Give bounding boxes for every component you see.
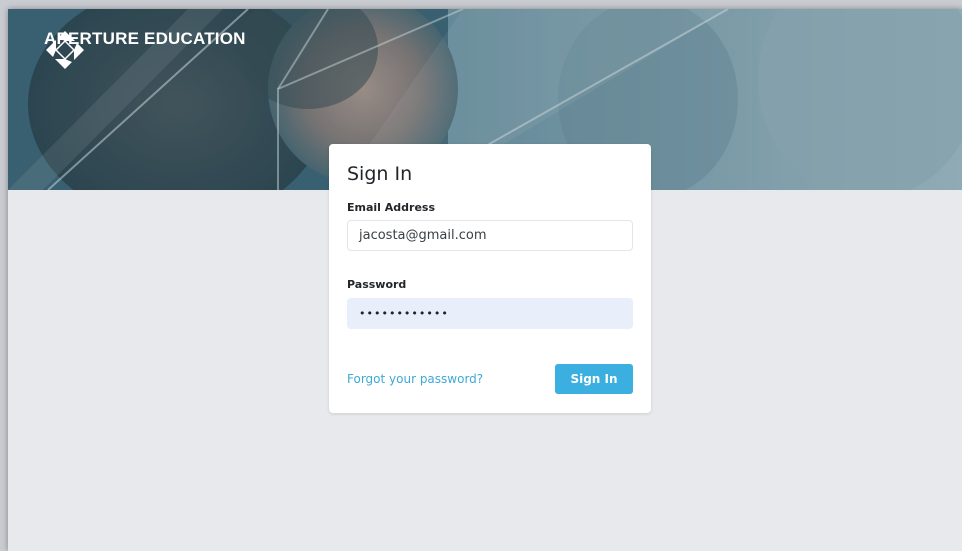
sign-in-title: Sign In (347, 163, 413, 185)
password-value: •••••••••••• (359, 307, 449, 320)
password-field[interactable]: •••••••••••• (347, 298, 633, 329)
email-label: Email Address (347, 201, 436, 214)
email-value: jacosta@gmail.com (359, 228, 487, 243)
email-field[interactable]: jacosta@gmail.com (347, 220, 633, 251)
sign-in-card: Sign In Email Address jacosta@gmail.com … (329, 144, 651, 413)
sign-in-button[interactable]: Sign In (555, 364, 633, 394)
browser-window: APERTURE EDUCATION Sign In Email Address… (8, 9, 962, 551)
aperture-logo-icon (46, 31, 84, 69)
forgot-password-link[interactable]: Forgot your password? (347, 372, 483, 386)
password-label: Password (347, 278, 407, 291)
brand-logo: APERTURE EDUCATION (44, 29, 246, 69)
